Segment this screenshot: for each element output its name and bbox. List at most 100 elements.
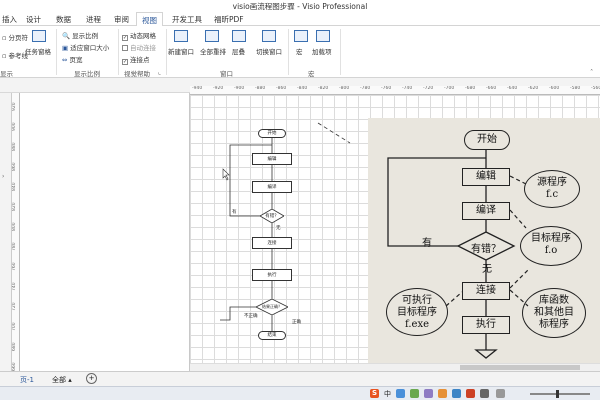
group-separator: [288, 29, 289, 75]
zoom-slider-thumb[interactable]: [556, 390, 559, 398]
tray-icon[interactable]: [496, 389, 505, 398]
tab-view[interactable]: 视图: [136, 12, 163, 27]
ruler-tick-label: 760: [12, 262, 17, 271]
new-window-button[interactable]: 新建窗口: [168, 46, 194, 56]
tray-icon[interactable]: [438, 389, 447, 398]
tab-foxit-pdf[interactable]: 福昕PDF: [214, 14, 244, 25]
connection-points-label: 连接点: [130, 56, 150, 64]
ribbon-tabs: 插入 设计 数据 进程 审阅 视图 开发工具 福昕PDF: [0, 12, 600, 27]
photo-exec-ellipse: 可执行 目标程序 f.exe: [386, 288, 448, 336]
task-pane-icon: [32, 30, 46, 42]
tab-developer[interactable]: 开发工具: [172, 14, 202, 25]
ruler-tick-label: 880: [12, 142, 17, 151]
ruler-tick-label: -560: [591, 86, 600, 91]
tab-process[interactable]: 进程: [86, 14, 101, 25]
ime-lang-label[interactable]: 中: [384, 389, 391, 399]
shapes-pane: [12, 93, 190, 371]
ruler-tick-label: 860: [12, 162, 17, 171]
dialog-launcher-icon[interactable]: ⌞: [158, 68, 161, 76]
add-page-button[interactable]: +: [86, 373, 97, 384]
photo-lib-ellipse: 库函数 和其他目 标程序: [522, 288, 586, 338]
ruler-tick-label: 740: [12, 282, 17, 291]
dynamic-grid-label: 动态网格: [130, 32, 156, 40]
tab-design[interactable]: 设计: [26, 14, 41, 25]
flowchart-end[interactable]: 结束: [258, 331, 286, 340]
flowchart-start[interactable]: 开始: [258, 129, 286, 138]
flowchart-result-decision[interactable]: 结果正确？: [255, 298, 289, 316]
fit-window-button[interactable]: ▣ 适应窗口大小: [62, 42, 109, 52]
checkbox-checked-icon: ✓: [122, 35, 128, 41]
photo-object-ellipse: 目标程序 f.o: [520, 226, 582, 266]
tab-data[interactable]: 数据: [56, 14, 71, 25]
tray-icon[interactable]: [410, 389, 419, 398]
photo-run: 执行: [462, 316, 510, 334]
flowchart-incorrect-label: 不正确: [244, 314, 258, 319]
group-separator: [340, 29, 341, 75]
zoom-button[interactable]: 🔍 显示比例: [62, 30, 98, 40]
ruler-tick-label: -840: [297, 86, 308, 91]
scrollbar-thumb[interactable]: [460, 365, 580, 370]
page-tabs-bar: 页-1 全部 ▴ +: [0, 371, 600, 386]
macros-button[interactable]: 宏: [296, 46, 303, 56]
flowchart-no-label: 无: [276, 226, 281, 231]
tray-icon[interactable]: [424, 389, 433, 398]
flowchart-error-decision[interactable]: 有错？: [259, 208, 285, 224]
flowchart-run[interactable]: 执行: [252, 269, 292, 281]
photo-source-label: 源程序: [537, 177, 567, 188]
tray-icon[interactable]: [480, 389, 489, 398]
zoom-label: 显示比例: [72, 32, 99, 40]
auto-connect-label: 自动连接: [130, 44, 156, 52]
ruler-tick-label: 800: [12, 222, 17, 231]
ruler-tick-label: 720: [12, 302, 17, 311]
page-tab-1[interactable]: 页-1: [20, 375, 34, 385]
flowchart-edit[interactable]: 编辑: [252, 153, 292, 165]
ruler-tick-label: -680: [465, 86, 476, 91]
pasted-flowchart-photo[interactable]: 开始 编辑 编译 有错？ 有 无 连接 执行 源程序 f.c 目标程序 f.o 可执…: [368, 118, 600, 363]
switch-windows-button[interactable]: 切换窗口: [256, 46, 282, 56]
cascade-button[interactable]: 层叠: [232, 46, 245, 56]
ruler-tick-label: 700: [12, 322, 17, 331]
ruler-tick-label: -640: [507, 86, 518, 91]
tab-insert[interactable]: 插入: [2, 14, 17, 25]
horizontal-scrollbar[interactable]: [190, 363, 600, 371]
flowchart-result-label: 结果正确？: [262, 304, 282, 309]
ruler-tick-label: -940: [192, 86, 203, 91]
sogou-ime-icon[interactable]: S: [370, 389, 379, 398]
collapse-ribbon-icon[interactable]: ˄: [590, 68, 593, 76]
dynamic-grid-checkbox[interactable]: ✓ 动态网格: [122, 30, 156, 41]
ribbon: ▫ 分页符 ▫ 参考线 任务窗格 显示 🔍 显示比例 ▣ 适应窗口大小 ⇔ 页宽…: [0, 26, 600, 78]
photo-yes-label: 有: [422, 238, 432, 249]
photo-error-label: 有错？: [471, 244, 501, 255]
photo-edit: 编辑: [462, 168, 510, 186]
group-zoom-label: 显示比例: [74, 70, 100, 78]
task-pane-button[interactable]: 任务窗格: [25, 46, 51, 56]
ruler-tick-label: -800: [339, 86, 350, 91]
arrange-all-button[interactable]: 全部重排: [200, 46, 226, 56]
ruler-tick-label: -740: [402, 86, 413, 91]
page-breaks-checkbox[interactable]: ▫ 分页符: [2, 32, 28, 42]
tab-review[interactable]: 审阅: [114, 14, 129, 25]
flowchart-link[interactable]: 连接: [252, 237, 292, 249]
ruler-tick-label: -700: [444, 86, 455, 91]
arrange-all-icon: [205, 30, 219, 42]
ruler-tick-label: -900: [234, 86, 245, 91]
zoom-slider[interactable]: [530, 393, 590, 395]
connection-points-checkbox[interactable]: ✓ 连接点: [122, 54, 150, 65]
tray-icon[interactable]: [452, 389, 461, 398]
ruler-tick-label: 920: [12, 102, 17, 111]
tray-icon[interactable]: [396, 389, 405, 398]
tray-icon[interactable]: [466, 389, 475, 398]
photo-no-label: 无: [482, 264, 492, 275]
collapse-pane-icon[interactable]: ›: [2, 173, 4, 180]
addins-button[interactable]: 加载项: [312, 46, 332, 56]
all-pages-button[interactable]: 全部 ▴: [52, 375, 72, 385]
ruler-tick-label: 660: [12, 362, 17, 371]
auto-connect-checkbox[interactable]: 自动连接: [122, 42, 156, 52]
flowchart-compile[interactable]: 编译: [252, 181, 292, 193]
switch-windows-icon: [262, 30, 276, 42]
page-width-button[interactable]: ⇔ 页宽: [62, 54, 83, 64]
group-visual-aids-label: 视觉帮助: [124, 70, 150, 78]
photo-lib-label2: 和其他目: [534, 307, 574, 318]
ruler-tick-label: -580: [570, 86, 581, 91]
checkbox-checked-icon: ✓: [122, 59, 128, 65]
